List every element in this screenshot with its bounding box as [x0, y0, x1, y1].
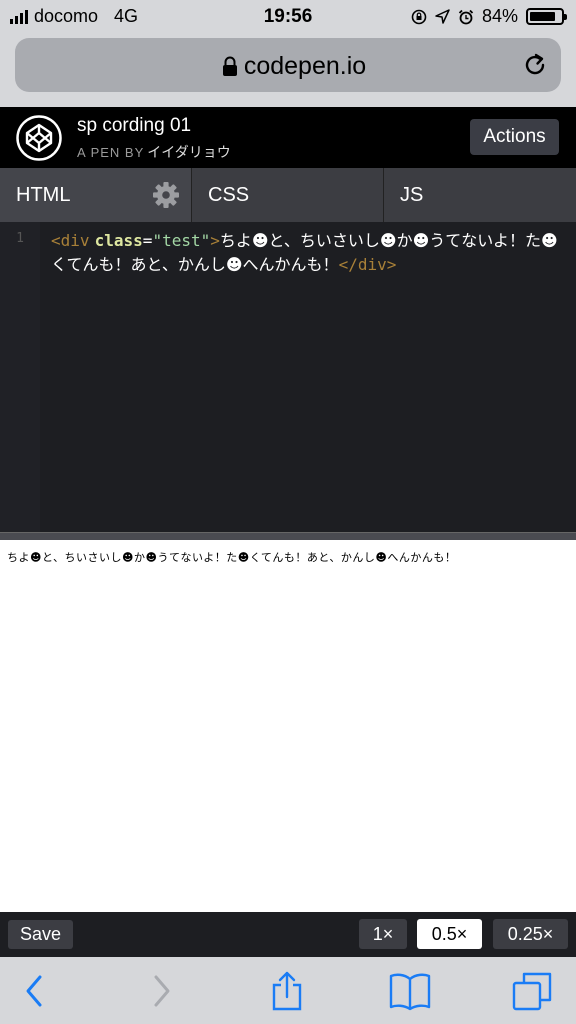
- location-icon: [435, 9, 450, 24]
- tab-label: HTML: [16, 184, 71, 206]
- safari-toolbar: [0, 957, 576, 1024]
- byline-prefix: A PEN BY: [77, 145, 145, 160]
- url-text: codepen.io: [243, 52, 367, 80]
- code-line[interactable]: <div class="test">ちよ☻と、ちいさいし☻か☻うてないよ！た☻く…: [51, 229, 567, 277]
- editor-tabs: HTML CSS JS: [0, 168, 576, 222]
- code-attr-eq: =: [142, 231, 153, 250]
- code-tag-bracket: >: [210, 231, 220, 250]
- code-editor[interactable]: 1 <div class="test">ちよ☻と、ちいさいし☻か☻うてないよ！た…: [0, 222, 576, 532]
- code-tag-open: <div: [51, 231, 90, 250]
- tab-label: JS: [400, 184, 424, 206]
- rotation-lock-icon: [411, 9, 427, 24]
- code-attr-name: class: [94, 231, 143, 250]
- chevron-right-icon[interactable]: [150, 971, 174, 1011]
- pane-resizer[interactable]: [0, 532, 576, 540]
- status-bar: docomo 4G 19:56 84%: [0, 0, 576, 34]
- codepen-footer: Save 1× 0.5× 0.25×: [0, 912, 576, 957]
- line-gutter: 1: [0, 222, 40, 532]
- pen-byline: A PEN BY イイダリョウ: [77, 142, 231, 162]
- tabs-icon[interactable]: [512, 971, 554, 1011]
- browser-chrome: codepen.io: [0, 34, 576, 107]
- zoom-0-25x-button[interactable]: 0.25×: [493, 919, 568, 949]
- actions-button[interactable]: Actions: [470, 119, 559, 155]
- book-icon[interactable]: [388, 971, 432, 1011]
- chevron-left-icon[interactable]: [22, 971, 46, 1011]
- code-tag-end: </div>: [338, 255, 397, 274]
- share-icon[interactable]: [270, 971, 304, 1011]
- code-attr-value: "test": [152, 231, 211, 250]
- alarm-icon: [458, 9, 474, 24]
- result-preview: ちよ☻と、ちいさいし☻か☻うてないよ！た☻くてんも！あと、かんし☻へんかんも！: [0, 540, 576, 912]
- author-link[interactable]: イイダリョウ: [147, 144, 230, 160]
- address-bar[interactable]: codepen.io: [15, 38, 561, 92]
- gear-icon[interactable]: [153, 182, 179, 208]
- battery-percent: 84%: [481, 6, 518, 26]
- battery-icon: [526, 8, 567, 25]
- pen-title: sp cording 01: [77, 115, 192, 136]
- reload-icon[interactable]: [521, 51, 549, 79]
- zoom-0-5x-button[interactable]: 0.5×: [417, 919, 482, 949]
- tab-label: CSS: [208, 184, 250, 206]
- tab-css[interactable]: CSS: [192, 168, 383, 222]
- tab-js[interactable]: JS: [384, 168, 576, 222]
- zoom-1x-button[interactable]: 1×: [359, 919, 407, 949]
- preview-text: ちよ☻と、ちいさいし☻か☻うてないよ！た☻くてんも！あと、かんし☻へんかんも！: [7, 551, 457, 564]
- codepen-logo-icon[interactable]: [16, 115, 62, 161]
- line-number: 1: [16, 231, 24, 246]
- codepen-header: sp cording 01 A PEN BY イイダリョウ Actions: [0, 107, 576, 168]
- status-right: 84%: [411, 6, 567, 27]
- save-button[interactable]: Save: [8, 920, 73, 949]
